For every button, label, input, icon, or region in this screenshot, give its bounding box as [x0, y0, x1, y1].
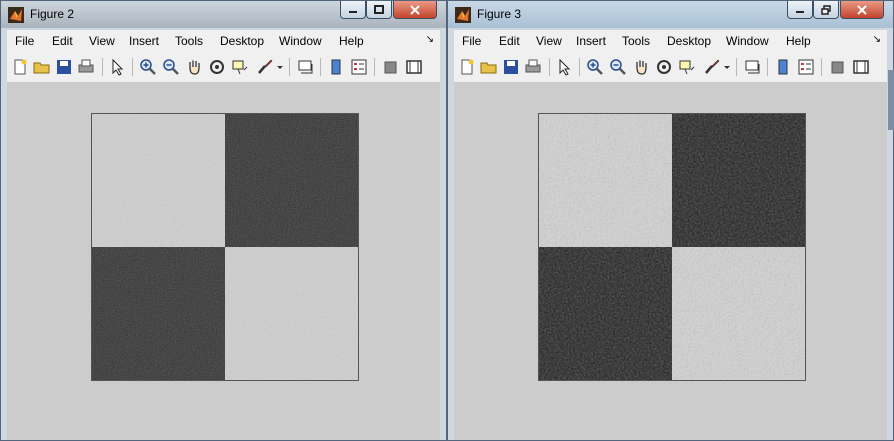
close-button[interactable] [393, 1, 437, 19]
noise-overlay [539, 114, 805, 380]
toolbar-separator [821, 58, 822, 76]
window-title: Figure 2 [30, 7, 75, 21]
menu-insert[interactable]: Insert [129, 34, 159, 48]
minimize-button[interactable] [340, 1, 366, 19]
close-icon [410, 4, 420, 15]
save-icon[interactable] [502, 58, 520, 76]
brush-dropdown-icon[interactable] [275, 58, 285, 76]
dock-arrow-icon[interactable]: ↘ [426, 34, 434, 45]
rotate-3d-icon[interactable] [655, 58, 673, 76]
matlab-logo-icon [8, 7, 24, 23]
menu-tools[interactable]: Tools [622, 34, 650, 48]
menu-edit[interactable]: Edit [499, 34, 520, 48]
maximize-button[interactable] [366, 1, 392, 19]
insert-colorbar-icon[interactable] [774, 58, 792, 76]
insert-legend-icon[interactable] [797, 58, 815, 76]
menu-file[interactable]: File [462, 34, 481, 48]
link-plot-icon[interactable] [297, 58, 315, 76]
noise-overlay [92, 114, 358, 380]
menu-window[interactable]: Window [279, 34, 322, 48]
menu-bar: File Edit View Insert Tools Desktop Wind… [7, 30, 440, 53]
print-icon[interactable] [524, 58, 542, 76]
insert-legend-icon[interactable] [350, 58, 368, 76]
toolbar-separator [320, 58, 321, 76]
title-bar[interactable]: Figure 3 [447, 0, 894, 28]
toolbar-separator [579, 58, 580, 76]
menu-help[interactable]: Help [786, 34, 811, 48]
menu-desktop[interactable]: Desktop [220, 34, 264, 48]
menu-view[interactable]: View [89, 34, 115, 48]
restore-icon [821, 4, 831, 15]
zoom-in-icon[interactable] [586, 58, 604, 76]
matlab-logo-icon [455, 7, 471, 23]
toolbar-separator [102, 58, 103, 76]
figure-canvas [7, 83, 440, 440]
edit-plot-arrow-icon[interactable] [109, 58, 127, 76]
print-icon[interactable] [77, 58, 95, 76]
menu-file[interactable]: File [15, 34, 34, 48]
brush-icon[interactable] [703, 58, 721, 76]
brush-icon[interactable] [256, 58, 274, 76]
image-axes[interactable] [91, 113, 359, 381]
figure-canvas [454, 83, 887, 440]
toolbar-separator [736, 58, 737, 76]
pan-hand-icon[interactable] [185, 58, 203, 76]
data-cursor-icon[interactable] [231, 58, 249, 76]
show-plot-tools-icon[interactable] [405, 58, 423, 76]
menu-window[interactable]: Window [726, 34, 769, 48]
toolbar-separator [132, 58, 133, 76]
zoom-out-icon[interactable] [609, 58, 627, 76]
open-file-icon[interactable] [33, 58, 51, 76]
edit-plot-arrow-icon[interactable] [556, 58, 574, 76]
figure-frame: File Edit View Insert Tools Desktop Wind… [447, 28, 894, 441]
open-file-icon[interactable] [480, 58, 498, 76]
menu-desktop[interactable]: Desktop [667, 34, 711, 48]
hide-plot-tools-icon[interactable] [382, 58, 400, 76]
checkerboard-image [539, 114, 805, 380]
menu-insert[interactable]: Insert [576, 34, 606, 48]
background-window-edge [888, 70, 894, 130]
show-plot-tools-icon[interactable] [852, 58, 870, 76]
insert-colorbar-icon[interactable] [327, 58, 345, 76]
figure-3-window: Figure 3 File Edit View Insert Tools Des… [447, 0, 894, 441]
close-icon [857, 4, 867, 15]
menu-tools[interactable]: Tools [175, 34, 203, 48]
toolbar-separator [289, 58, 290, 76]
checkerboard-image [92, 114, 358, 380]
figure-frame: File Edit View Insert Tools Desktop Wind… [0, 28, 447, 441]
hide-plot-tools-icon[interactable] [829, 58, 847, 76]
dock-arrow-icon[interactable]: ↘ [873, 34, 881, 45]
figure-toolbar [7, 52, 440, 83]
menu-view[interactable]: View [536, 34, 562, 48]
zoom-in-icon[interactable] [139, 58, 157, 76]
rotate-3d-icon[interactable] [208, 58, 226, 76]
zoom-out-icon[interactable] [162, 58, 180, 76]
menu-bar: File Edit View Insert Tools Desktop Wind… [454, 30, 887, 53]
minimize-icon [796, 10, 804, 13]
window-title: Figure 3 [477, 7, 522, 21]
toolbar-separator [374, 58, 375, 76]
new-figure-icon[interactable] [458, 58, 476, 76]
pan-hand-icon[interactable] [632, 58, 650, 76]
new-figure-icon[interactable] [11, 58, 29, 76]
figure-2-window: Figure 2 File Edit View Insert Tools Des… [0, 0, 447, 441]
toolbar-separator [549, 58, 550, 76]
menu-edit[interactable]: Edit [52, 34, 73, 48]
toolbar-separator [767, 58, 768, 76]
figure-toolbar [454, 52, 887, 83]
brush-dropdown-icon[interactable] [722, 58, 732, 76]
maximize-icon [374, 4, 384, 14]
title-bar[interactable]: Figure 2 [0, 0, 447, 28]
minimize-icon [349, 10, 357, 13]
image-axes[interactable] [538, 113, 806, 381]
data-cursor-icon[interactable] [678, 58, 696, 76]
menu-help[interactable]: Help [339, 34, 364, 48]
minimize-button[interactable] [787, 1, 813, 19]
save-icon[interactable] [55, 58, 73, 76]
close-button[interactable] [840, 1, 884, 19]
link-plot-icon[interactable] [744, 58, 762, 76]
restore-button[interactable] [813, 1, 839, 19]
